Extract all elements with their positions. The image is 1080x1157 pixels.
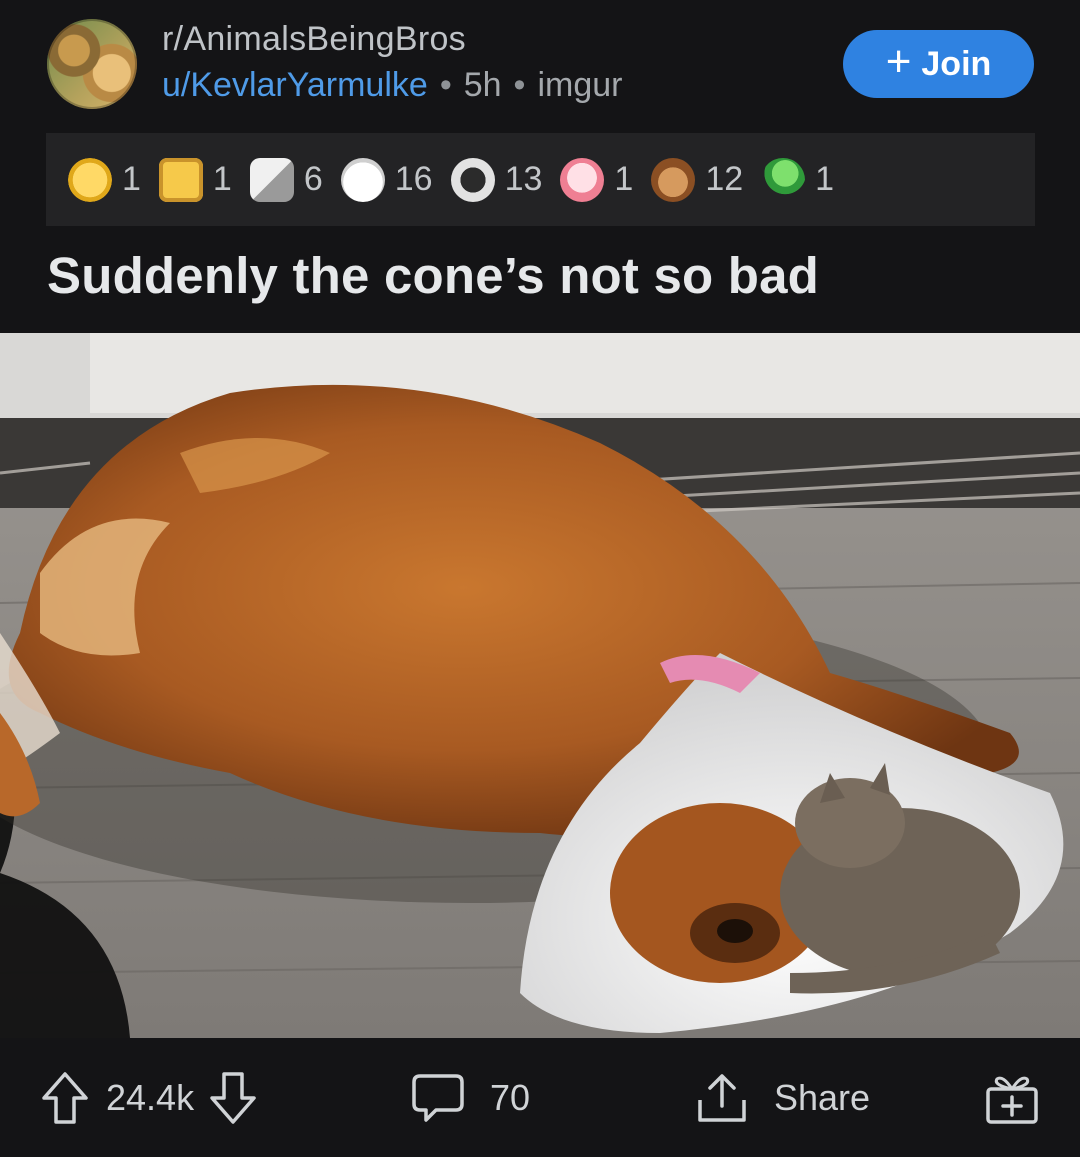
upvote-icon[interactable] [40,1070,90,1126]
award-item[interactable]: 6 [249,157,323,202]
comment-bubble-icon [412,1073,464,1122]
award-count: 1 [212,160,232,198]
share-icon [698,1073,746,1122]
award-button[interactable] [983,1038,1041,1157]
share-button[interactable]: Share [694,1038,870,1157]
post-age: 5h [463,66,502,104]
bear-hug-award-icon [651,157,696,202]
star-badge-award-icon [158,157,203,202]
heart-award-icon [560,157,605,202]
handshake-award-icon [249,157,294,202]
post-header: r/AnimalsBeingBros u/KevlarYarmulke • 5h • i… [0,0,1080,130]
share-label: Share [774,1076,871,1118]
award-item[interactable]: 1 [761,157,835,202]
award-item[interactable]: 16 [340,157,433,202]
post-image[interactable] [0,333,1080,1038]
wholesome-face-award-icon [340,157,385,202]
sun-face-award-icon [68,157,112,202]
post-title[interactable]: Suddenly the cone’s not so bad [47,246,819,305]
dog-cat-cone-photo [0,333,1080,1038]
join-label: Join [921,44,992,83]
award-item[interactable]: 1 [158,157,232,202]
subreddit-avatar[interactable] [47,19,137,109]
comment-count: 70 [490,1076,531,1118]
award-item[interactable]: 1 [68,157,141,202]
award-count: 12 [705,160,744,198]
award-count: 1 [815,160,835,198]
gift-icon [986,1076,1038,1124]
award-count: 1 [614,160,634,198]
award-item[interactable]: 12 [651,157,744,202]
award-count: 13 [504,160,543,198]
join-button[interactable]: + Join [843,30,1034,98]
vote-group: 24.4k [40,1038,258,1157]
comments-button[interactable]: 70 [410,1038,530,1157]
award-count: 16 [394,160,433,198]
awards-bar[interactable]: 1 1 6 16 13 1 12 1 [46,133,1035,226]
vote-count: 24.4k [106,1076,195,1118]
separator-dot: • [513,66,526,104]
award-count: 6 [303,160,323,198]
subreddit-name[interactable]: r/AnimalsBeingBros [162,20,466,59]
award-item[interactable]: 13 [450,157,543,202]
downvote-icon[interactable] [208,1070,258,1126]
award-item[interactable]: 1 [560,157,634,202]
post-source[interactable]: imgur [537,66,622,104]
post-meta: u/KevlarYarmulke • 5h • imgur [162,66,622,105]
silver-s-award-icon [450,157,495,202]
post-actions-bar: 24.4k 70 Share [0,1038,1080,1157]
plus-icon: + [885,37,912,86]
author-link[interactable]: u/KevlarYarmulke [162,66,428,104]
snake-award-icon [761,157,806,202]
separator-dot: • [439,66,452,104]
award-count: 1 [122,160,141,198]
